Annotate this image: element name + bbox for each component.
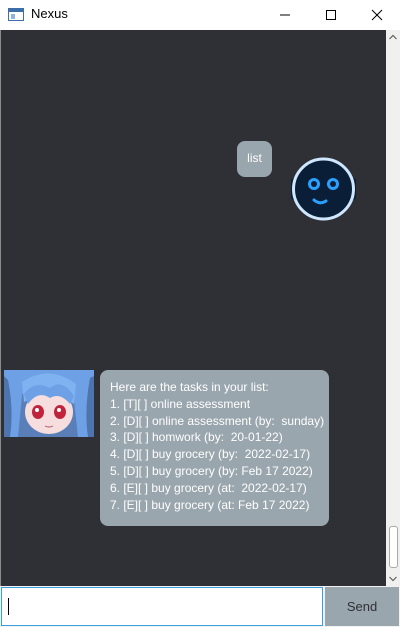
- scroll-down-button[interactable]: [386, 572, 400, 586]
- maximize-icon: [326, 10, 336, 20]
- user-message-text: list: [247, 151, 262, 165]
- send-button[interactable]: Send: [325, 587, 399, 626]
- robot-avatar-icon: [291, 157, 356, 221]
- user-message-bubble: list: [237, 141, 272, 177]
- maximize-button[interactable]: [308, 0, 354, 30]
- scroll-up-button[interactable]: [386, 30, 400, 44]
- anime-girl-avatar: [4, 370, 94, 437]
- close-button[interactable]: [354, 0, 400, 30]
- app-icon: [8, 8, 24, 21]
- text-cursor: [8, 598, 9, 615]
- close-icon: [371, 9, 383, 21]
- minimize-button[interactable]: [262, 0, 308, 30]
- bot-message-line: 5. [D][ ] buy grocery (by: Feb 17 2022): [110, 463, 313, 478]
- window-title: Nexus: [31, 6, 68, 21]
- bot-message-line: 6. [E][ ] buy grocery (at: 2022-02-17): [110, 480, 307, 495]
- bot-message-line: 1. [T][ ] online assessment: [110, 396, 251, 411]
- title-bar: Nexus: [0, 0, 400, 30]
- minimize-icon: [280, 14, 290, 16]
- bot-message-line: 7. [E][ ] buy grocery (at: Feb 17 2022): [110, 497, 310, 512]
- bot-message-line: 2. [D][ ] online assessment (by: sunday): [110, 413, 325, 428]
- chat-area[interactable]: list Here are the tasks in your list: 1.…: [0, 30, 400, 586]
- bot-message-line: 4. [D][ ] buy grocery (by: 2022-02-17): [110, 447, 311, 462]
- chevron-up-icon: [389, 34, 397, 40]
- bot-message-bubble: Here are the tasks in your list: 1. [T][…: [100, 370, 329, 526]
- bot-message-line: 3. [D][ ] homwork (by: 20-01-22): [110, 430, 283, 445]
- bot-message-line: Here are the tasks in your list:: [110, 380, 269, 394]
- chat-scrollbar[interactable]: [386, 30, 400, 586]
- message-input[interactable]: [1, 587, 323, 626]
- input-bar: Send: [0, 586, 400, 627]
- chevron-down-icon: [389, 576, 397, 582]
- scroll-thumb[interactable]: [389, 526, 398, 568]
